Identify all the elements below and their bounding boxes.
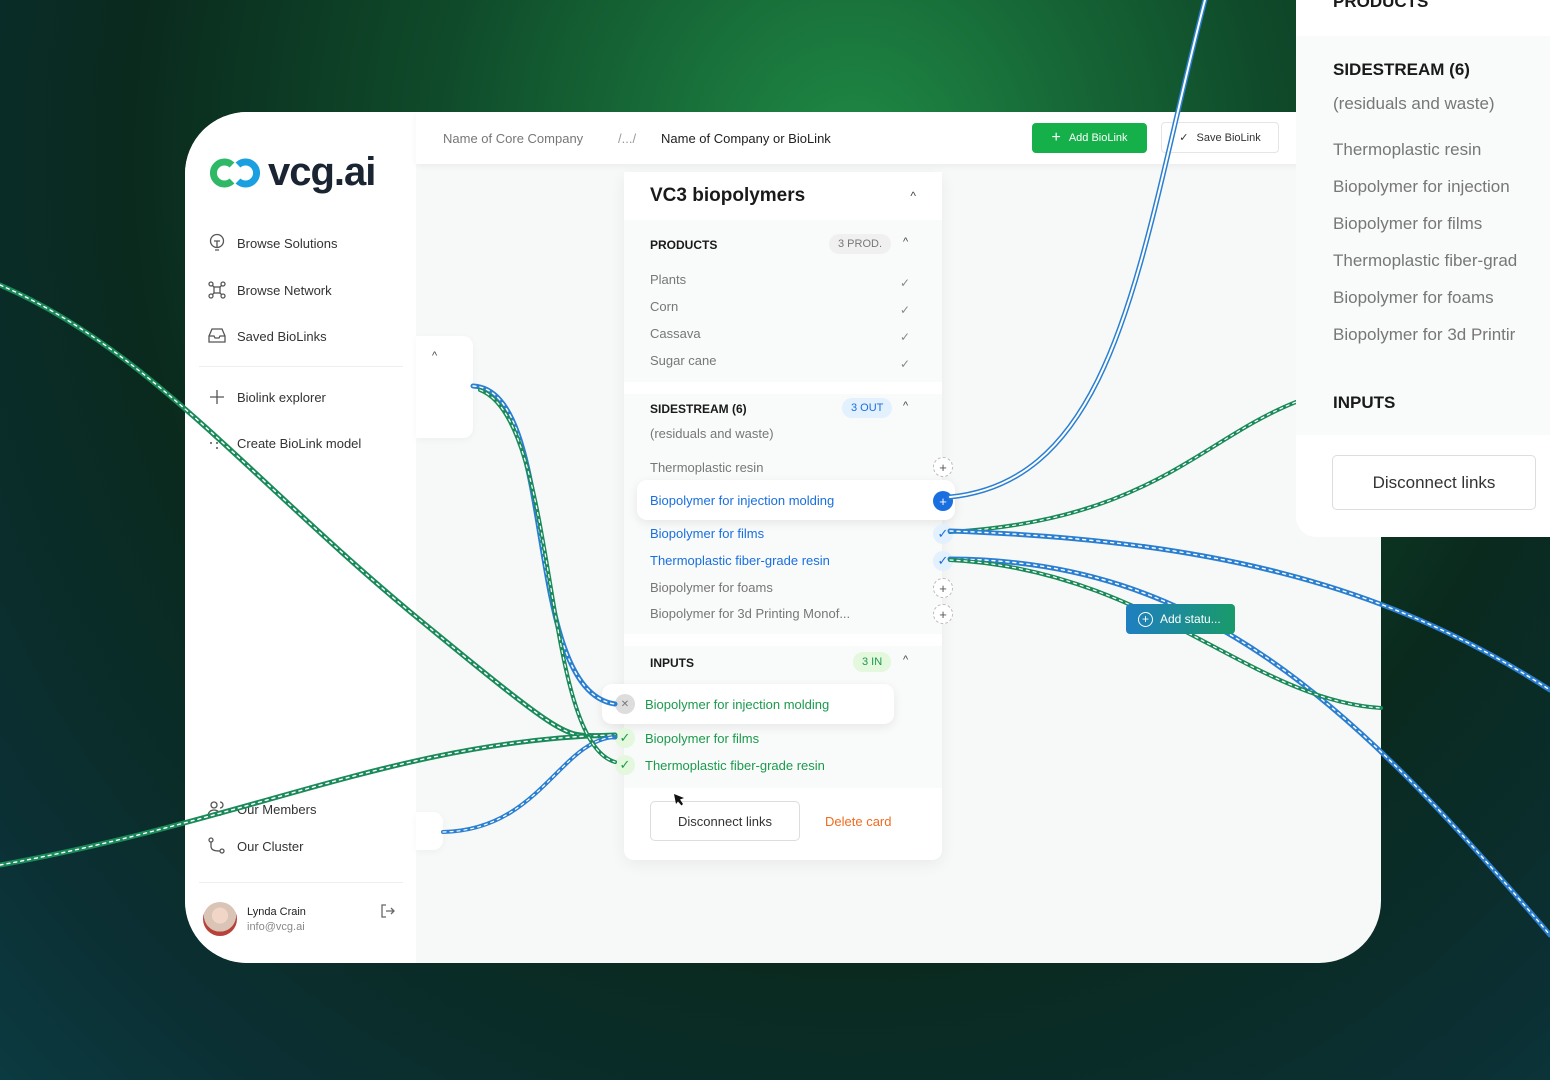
sidestream-item[interactable]: Biopolymer for films bbox=[1333, 214, 1482, 234]
sidebar-item-biolink-explorer[interactable]: Biolink explorer bbox=[207, 387, 326, 407]
card-footer: Disconnect links Delete card bbox=[624, 788, 942, 860]
sidebar-item-browse-network[interactable]: Browse Network bbox=[207, 280, 332, 300]
sidestream-subtitle: (residuals and waste) bbox=[650, 426, 774, 441]
divider bbox=[199, 882, 403, 883]
user-profile: Lynda Crain info@vcg.ai bbox=[203, 902, 306, 936]
check-icon: ✓ ✓ ✓ ✓ bbox=[900, 276, 911, 371]
products-title: PRODUCTS bbox=[1333, 0, 1429, 11]
chevron-up-icon[interactable]: ^ bbox=[903, 400, 908, 412]
breadcrumb-core-company[interactable]: Name of Core Company bbox=[443, 131, 583, 146]
input-item[interactable]: Biopolymer for injection molding bbox=[645, 697, 829, 712]
sidestream-title: SIDESTREAM (6) bbox=[650, 402, 747, 416]
sidestream-item[interactable]: Thermoplastic fiber-grad bbox=[1333, 251, 1517, 271]
sidebar-item-saved-biolinks[interactable]: Saved BioLinks bbox=[207, 326, 327, 346]
chevron-up-icon[interactable]: ^ bbox=[432, 350, 437, 362]
logo-icon bbox=[210, 158, 260, 187]
cluster-icon bbox=[208, 837, 225, 854]
lightbulb-icon bbox=[209, 233, 225, 251]
mouse-cursor-icon bbox=[674, 794, 684, 806]
panel-footer: Disconnect links bbox=[1296, 435, 1550, 537]
product-item: Sugar cane bbox=[650, 353, 717, 368]
sidestream-item[interactable]: Biopolymer for foams bbox=[1333, 288, 1494, 308]
sidestream-item[interactable]: Biopolymer for injection molding bbox=[650, 493, 834, 508]
logo: vcg.ai bbox=[210, 150, 376, 195]
collapsed-card bbox=[416, 812, 443, 850]
card-title: VC3 biopolymers bbox=[650, 185, 806, 206]
add-link-icon[interactable]: + bbox=[933, 604, 953, 624]
breadcrumb-current: Name of Company or BioLink bbox=[661, 131, 831, 146]
users-icon bbox=[207, 801, 224, 817]
sidestream-item[interactable]: Biopolymer for 3d Printir bbox=[1333, 325, 1515, 345]
remove-link-icon[interactable]: ✕ bbox=[615, 694, 635, 714]
sidebar-item-browse-solutions[interactable]: Browse Solutions bbox=[207, 233, 337, 253]
products-title: PRODUCTS bbox=[650, 238, 718, 252]
inbox-icon bbox=[208, 328, 226, 343]
app-window: vcg.ai Browse Solutions Browse Network S… bbox=[185, 112, 1381, 963]
add-link-icon[interactable]: + bbox=[933, 457, 953, 477]
input-item[interactable]: Biopolymer for films bbox=[645, 731, 759, 746]
product-item: Plants bbox=[650, 272, 687, 287]
product-item: Cassava bbox=[650, 326, 701, 341]
delete-card-button[interactable]: Delete card bbox=[825, 814, 891, 829]
input-item[interactable]: Thermoplastic fiber-grade resin bbox=[645, 758, 825, 773]
sidestream-item[interactable]: Biopolymer for films bbox=[650, 526, 764, 541]
add-link-icon[interactable]: + bbox=[933, 491, 953, 511]
check-icon[interactable]: ✓ bbox=[933, 551, 953, 571]
sidebar-item-our-members[interactable]: Our Members bbox=[207, 799, 316, 819]
plus-icon bbox=[210, 390, 224, 404]
check-icon[interactable]: ✓ bbox=[615, 755, 635, 775]
save-biolink-button[interactable]: ✓ Save BioLink bbox=[1161, 122, 1279, 153]
plus-icon: + bbox=[1051, 129, 1061, 146]
sidestream-item[interactable]: Biopolymer for 3d Printing Monof... bbox=[650, 606, 850, 621]
chevron-up-icon[interactable]: ^ bbox=[910, 189, 916, 203]
chevron-up-icon[interactable]: ^ bbox=[903, 654, 908, 666]
add-biolink-button[interactable]: + Add BioLink bbox=[1032, 123, 1147, 153]
sidestream-item[interactable]: Thermoplastic fiber-grade resin bbox=[650, 553, 830, 568]
sidestream-title: SIDESTREAM (6) bbox=[1333, 60, 1470, 79]
sidebar-item-create-biolink-model[interactable]: Create BioLink model bbox=[207, 433, 361, 453]
sidestream-item[interactable]: Biopolymer for injection bbox=[1333, 177, 1510, 197]
divider bbox=[624, 382, 942, 394]
disconnect-links-button[interactable]: Disconnect links bbox=[650, 801, 800, 841]
divider bbox=[624, 634, 942, 646]
add-status-button[interactable]: + Add statu... bbox=[1126, 604, 1235, 634]
company-card: VC3 biopolymers ^ PRODUCTS 3 PROD. ^ Plan… bbox=[602, 172, 955, 860]
check-icon[interactable]: ✓ bbox=[615, 728, 635, 748]
divider bbox=[199, 366, 403, 367]
breadcrumb-ellipsis[interactable]: /.../ bbox=[618, 131, 636, 146]
inputs-badge: 3 IN bbox=[853, 652, 892, 672]
collapsed-card[interactable]: ^ bbox=[416, 336, 473, 438]
sidebar-item-our-cluster[interactable]: Our Cluster bbox=[207, 836, 303, 856]
chevron-up-icon[interactable]: ^ bbox=[903, 236, 908, 248]
sidestream-item[interactable]: Thermoplastic resin bbox=[1333, 140, 1481, 160]
sidestream-item[interactable]: Thermoplastic resin bbox=[650, 460, 763, 475]
avatar bbox=[203, 902, 237, 936]
check-icon: ✓ bbox=[1179, 132, 1189, 144]
sidestream-subtitle: (residuals and waste) bbox=[1333, 94, 1495, 113]
check-icon[interactable]: ✓ bbox=[933, 524, 953, 544]
network-icon bbox=[208, 281, 226, 299]
inputs-title: INPUTS bbox=[1333, 393, 1396, 412]
plus-circle-icon: + bbox=[1138, 611, 1153, 627]
add-link-icon[interactable]: + bbox=[933, 578, 953, 598]
product-item: Corn bbox=[650, 299, 679, 314]
model-icon bbox=[210, 436, 223, 449]
right-panel-card: PRODUCTS SIDESTREAM (6) (residuals and w… bbox=[1296, 0, 1550, 537]
sidebar: vcg.ai Browse Solutions Browse Network S… bbox=[185, 112, 416, 963]
disconnect-links-button[interactable]: Disconnect links bbox=[1332, 455, 1536, 510]
inputs-title: INPUTS bbox=[650, 656, 695, 670]
products-badge: 3 PROD. bbox=[829, 234, 892, 254]
sidestream-item[interactable]: Biopolymer for foams bbox=[650, 580, 773, 595]
sidestream-badge: 3 OUT bbox=[842, 398, 893, 418]
logout-icon[interactable] bbox=[380, 903, 396, 919]
